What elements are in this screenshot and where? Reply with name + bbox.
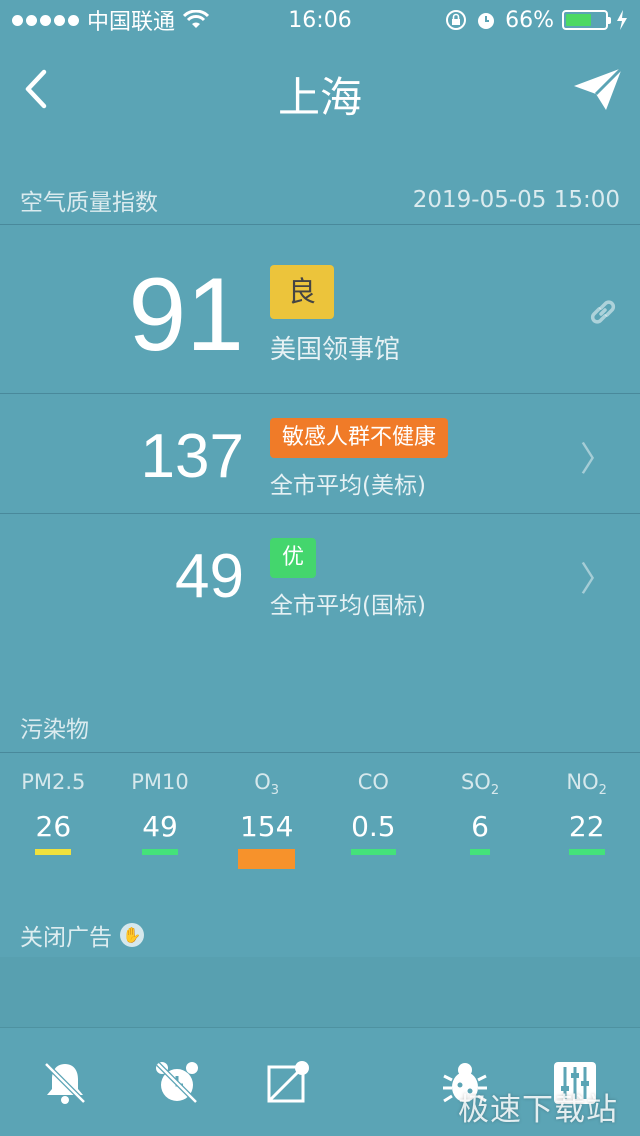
- hand-icon: ✋: [120, 923, 144, 947]
- pollutant-level-bar: [470, 849, 491, 855]
- share-button[interactable]: [572, 64, 624, 114]
- status-bar: 中国联通 16:06 66%: [0, 0, 640, 40]
- pollutant-name: PM2.5: [21, 770, 86, 794]
- aqi-level-badge: 良: [270, 265, 335, 319]
- pollutant-item[interactable]: NO2 22: [533, 770, 640, 880]
- pollutant-value: 22: [568, 810, 605, 843]
- pollutant-item[interactable]: PM10 49: [107, 770, 214, 880]
- aqi-station-label: 全市平均(美标): [270, 473, 426, 499]
- status-right: 66%: [445, 8, 628, 33]
- aqi-level-badge: 敏感人群不健康: [270, 418, 449, 458]
- aqi-timestamp: 2019-05-05 15:00: [412, 187, 620, 213]
- pollutant-level-bar: [568, 849, 605, 855]
- alarm-icon: [478, 13, 495, 29]
- pollutant-name: CO: [357, 770, 389, 794]
- charging-icon: [617, 10, 627, 30]
- aqi-station-label: 全市平均(国标): [270, 593, 426, 619]
- pollutants-section-title: 污染物: [20, 717, 89, 743]
- aqi-row-cn-standard[interactable]: 49 优 全市平均(国标) 〉: [0, 514, 640, 633]
- aqi-row-us-standard[interactable]: 137 敏感人群不健康 全市平均(美标) 〉: [0, 394, 640, 513]
- aqi-value: 91: [128, 257, 244, 373]
- aqi-level-badge: 优: [270, 538, 317, 578]
- pollutant-name: PM10: [131, 770, 189, 794]
- pollutants-list: PM2.5 26 PM10 49 O3 154 CO 0.5 SO2 6 NO2…: [0, 770, 640, 880]
- status-left: 中国联通: [12, 4, 210, 36]
- pollutant-name: NO2: [566, 770, 607, 799]
- aqi-row-consulate[interactable]: 91 良 美国领事馆: [0, 225, 640, 393]
- pollutant-name: O3: [254, 770, 280, 799]
- carrier-label: 中国联通: [87, 10, 176, 35]
- pollutant-level-bar: [142, 849, 178, 855]
- battery-percent: 66%: [505, 7, 554, 33]
- pollutant-item[interactable]: O3 154: [213, 770, 320, 880]
- link-icon[interactable]: [586, 295, 620, 329]
- chevron-right-icon: 〉: [580, 560, 614, 600]
- pollutant-name: SO2: [460, 770, 500, 799]
- chevron-right-icon: 〉: [580, 440, 614, 480]
- ad-banner[interactable]: [0, 957, 640, 1027]
- page-title: 上海: [277, 73, 362, 122]
- divider: [0, 752, 640, 753]
- pollutant-level-bar: [350, 849, 396, 855]
- watermark-logo: 极速下载站: [458, 1092, 618, 1128]
- aqi-station-label: 美国领事馆: [270, 335, 401, 365]
- pollutant-item[interactable]: SO2 6: [427, 770, 534, 880]
- aqi-section-title: 空气质量指数: [20, 190, 158, 216]
- pollutant-value: 49: [142, 810, 178, 843]
- battery-icon: [562, 10, 611, 30]
- pollutant-item[interactable]: CO 0.5: [320, 770, 427, 880]
- aqi-value: 137: [140, 422, 244, 491]
- pollutants-header: 污染物: [20, 710, 620, 744]
- nav-bar: 上海: [0, 40, 640, 140]
- aqi-value: 49: [175, 542, 244, 611]
- alarm-off-icon[interactable]: [152, 1058, 202, 1108]
- close-ad-button[interactable]: 关闭广告 ✋: [20, 918, 144, 952]
- pollutant-item[interactable]: PM2.5 26: [0, 770, 107, 880]
- wifi-icon: [183, 10, 210, 28]
- aqi-header: 空气质量指数 2019-05-05 15:00: [20, 183, 620, 217]
- bell-off-icon[interactable]: [40, 1058, 90, 1108]
- pollutant-value: 6: [471, 810, 489, 843]
- pollutant-value: 26: [35, 810, 72, 843]
- pollutant-level-bar: [238, 849, 296, 869]
- signal-icon: [12, 14, 79, 26]
- pollutant-value: 0.5: [351, 810, 396, 843]
- rotation-lock-icon: [446, 10, 467, 30]
- pollutant-level-bar: [35, 849, 72, 855]
- card-off-icon[interactable]: [264, 1058, 314, 1108]
- pollutant-value: 154: [239, 810, 294, 843]
- close-ad-label: 关闭广告: [20, 925, 112, 951]
